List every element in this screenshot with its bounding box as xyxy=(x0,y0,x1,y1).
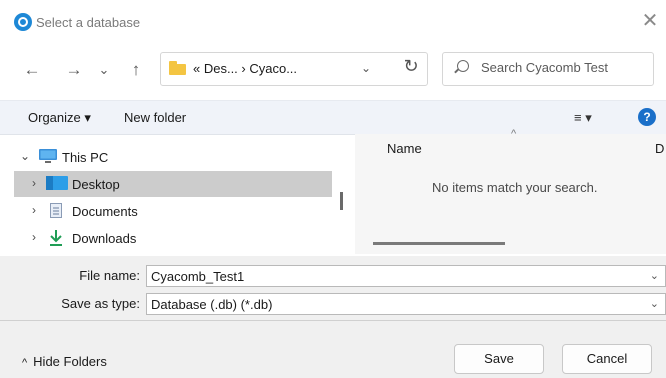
sort-caret-icon: ^ xyxy=(511,128,517,140)
tree-item-desktop[interactable]: › Desktop xyxy=(14,171,332,197)
tree-item-label: Documents xyxy=(72,204,138,219)
file-name-label: File name: xyxy=(79,268,140,283)
address-path[interactable]: « Des... › Cyaco... xyxy=(193,61,297,76)
save-as-type-label: Save as type: xyxy=(61,296,140,311)
search-input[interactable] xyxy=(481,60,651,75)
column-header-name[interactable]: Name xyxy=(387,141,422,156)
forward-button[interactable]: → xyxy=(60,56,88,84)
desktop-folder-icon xyxy=(46,176,68,193)
empty-message: No items match your search. xyxy=(432,180,598,195)
file-name-value[interactable]: Cyacomb_Test1 xyxy=(151,269,244,284)
chevron-down-icon[interactable]: ⌄ xyxy=(650,297,659,310)
folder-icon xyxy=(169,61,186,75)
organize-menu-button[interactable]: Organize ▾ xyxy=(28,110,91,126)
cancel-button[interactable]: Cancel xyxy=(562,344,652,374)
chevron-right-icon[interactable]: › xyxy=(32,230,36,244)
file-name-field[interactable]: Cyacomb_Test1 ⌄ xyxy=(146,265,666,287)
file-list-pane: ^ Name D No items match your search. xyxy=(355,128,666,254)
dialog-footer: File name: Cyacomb_Test1 ⌄ Save as type:… xyxy=(0,256,666,378)
window-title: Select a database xyxy=(36,15,141,30)
download-arrow-icon xyxy=(49,229,63,249)
documents-icon xyxy=(50,203,62,221)
monitor-icon xyxy=(38,148,58,167)
help-icon[interactable]: ? xyxy=(638,108,656,126)
navigation-pane: ⌄ This PC › Desktop › Documents › Downlo… xyxy=(10,134,343,254)
chevron-right-icon[interactable]: › xyxy=(32,176,36,190)
chevron-down-icon[interactable]: ⌄ xyxy=(20,149,30,163)
tree-item-label: Downloads xyxy=(72,231,137,246)
chevron-up-icon: ^ xyxy=(22,357,28,369)
tree-item-label: This PC xyxy=(62,150,109,165)
search-icon xyxy=(457,60,469,72)
recent-locations-button[interactable]: ⌄ xyxy=(90,56,118,84)
chevron-down-icon[interactable]: ⌄ xyxy=(650,269,659,282)
tree-item-downloads[interactable]: › Downloads xyxy=(14,225,332,251)
tree-item-this-pc[interactable]: ⌄ This PC xyxy=(14,144,332,170)
tree-item-documents[interactable]: › Documents xyxy=(14,198,332,224)
up-button[interactable]: ↑ xyxy=(122,56,150,84)
chevron-right-icon[interactable]: › xyxy=(32,203,36,217)
footer-divider xyxy=(0,320,666,321)
hide-folders-label: Hide Folders xyxy=(33,354,107,369)
view-options-button[interactable]: ≡ ▾ xyxy=(574,110,592,126)
refresh-button[interactable]: ↻ xyxy=(400,55,422,77)
horizontal-scrollbar[interactable] xyxy=(373,242,505,245)
search-box[interactable] xyxy=(442,52,654,86)
address-bar[interactable]: « Des... › Cyaco... ⌄ xyxy=(160,52,428,86)
address-dropdown-icon[interactable]: ⌄ xyxy=(361,61,371,75)
select-database-dialog: Select a database ✕ ← → ⌄ ↑ « Des... › C… xyxy=(0,0,666,378)
save-as-type-value[interactable]: Database (.db) (*.db) xyxy=(151,297,272,312)
command-toolbar: Organize ▾ New folder ≡ ▾ ? xyxy=(0,100,666,135)
save-button[interactable]: Save xyxy=(454,344,544,374)
hide-folders-button[interactable]: ^ Hide Folders xyxy=(22,354,107,369)
column-header-date[interactable]: D xyxy=(655,141,664,156)
back-button[interactable]: ← xyxy=(18,56,46,84)
app-icon xyxy=(14,13,32,31)
new-folder-button[interactable]: New folder xyxy=(124,110,186,125)
tree-item-label: Desktop xyxy=(72,177,120,192)
close-button[interactable]: ✕ xyxy=(640,10,660,32)
save-as-type-select[interactable]: Database (.db) (*.db) ⌄ xyxy=(146,293,666,315)
nav-pane-scrollbar[interactable] xyxy=(340,192,343,210)
